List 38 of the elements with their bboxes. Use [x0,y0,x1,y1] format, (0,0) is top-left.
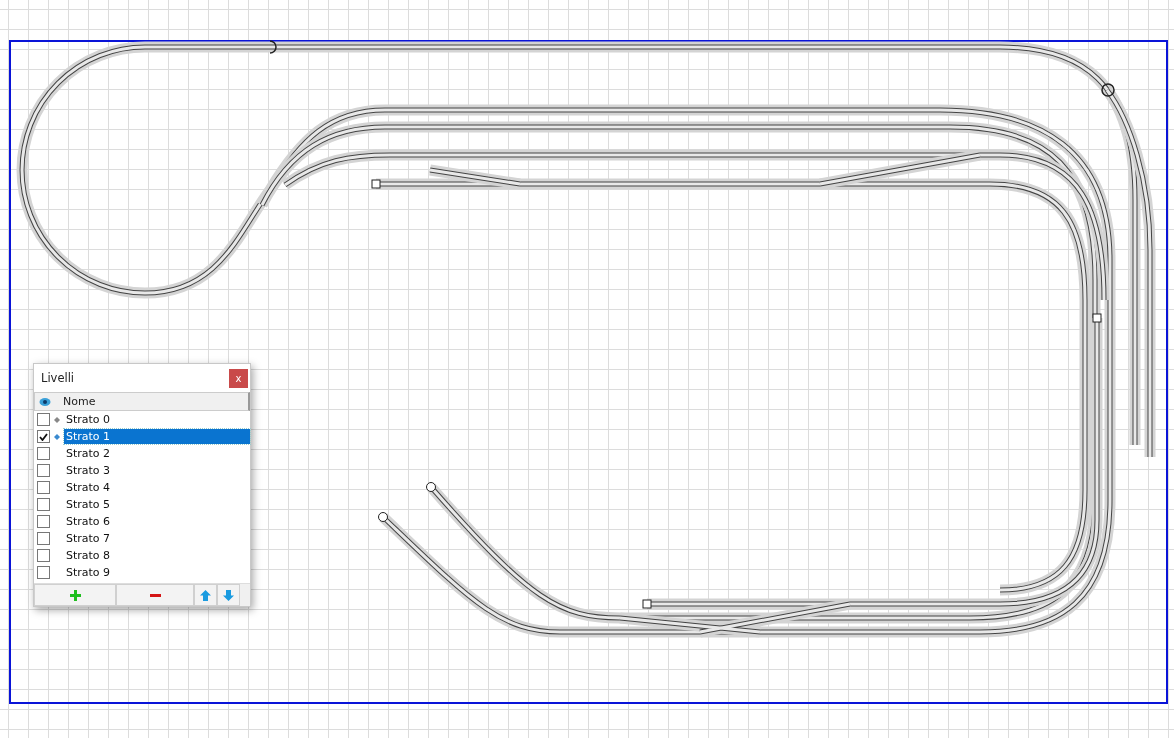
layer-checkbox[interactable] [37,447,50,460]
layer-checkbox[interactable] [37,481,50,494]
layer-name[interactable]: Strato 7 [64,531,250,546]
layer-name[interactable]: Strato 5 [64,497,250,512]
close-button[interactable]: x [229,368,248,388]
layer-checkbox[interactable] [37,498,50,511]
layer-name[interactable]: Strato 1 [64,429,250,444]
checkmark-icon [39,432,48,441]
layer-name[interactable]: Strato 6 [64,514,250,529]
layer-checkbox[interactable] [37,430,50,443]
arrow-down-icon [223,589,234,601]
track-end-icon [269,40,277,54]
eye-icon [39,396,51,407]
arrow-up-icon [200,589,211,601]
panel-title: Livelli [41,371,75,385]
layer-checkbox[interactable] [37,566,50,579]
column-label: Nome [63,395,96,408]
layer-name[interactable]: Strato 2 [64,446,250,461]
move-up-button[interactable] [194,584,217,606]
layer-checkbox[interactable] [37,515,50,528]
layer-checkbox[interactable] [37,549,50,562]
layer-checkbox[interactable] [37,464,50,477]
layer-name[interactable]: Strato 0 [64,412,250,427]
buffer-stop-icon [371,179,381,189]
buffer-stop-icon [1092,313,1102,323]
layer-name[interactable]: Strato 9 [64,565,250,580]
track-end-icon [1101,83,1115,97]
layer-name[interactable]: Strato 4 [64,480,250,495]
minus-icon [149,593,161,597]
plus-icon [69,589,81,601]
layer-name[interactable]: Strato 8 [64,548,250,563]
buffer-stop-icon [642,599,652,609]
track-end-icon [378,512,388,522]
move-down-button[interactable] [217,584,240,606]
layer-name[interactable]: Strato 3 [64,463,250,478]
layer-checkbox[interactable] [37,413,50,426]
layer-checkbox[interactable] [37,532,50,545]
track-end-icon [426,482,436,492]
